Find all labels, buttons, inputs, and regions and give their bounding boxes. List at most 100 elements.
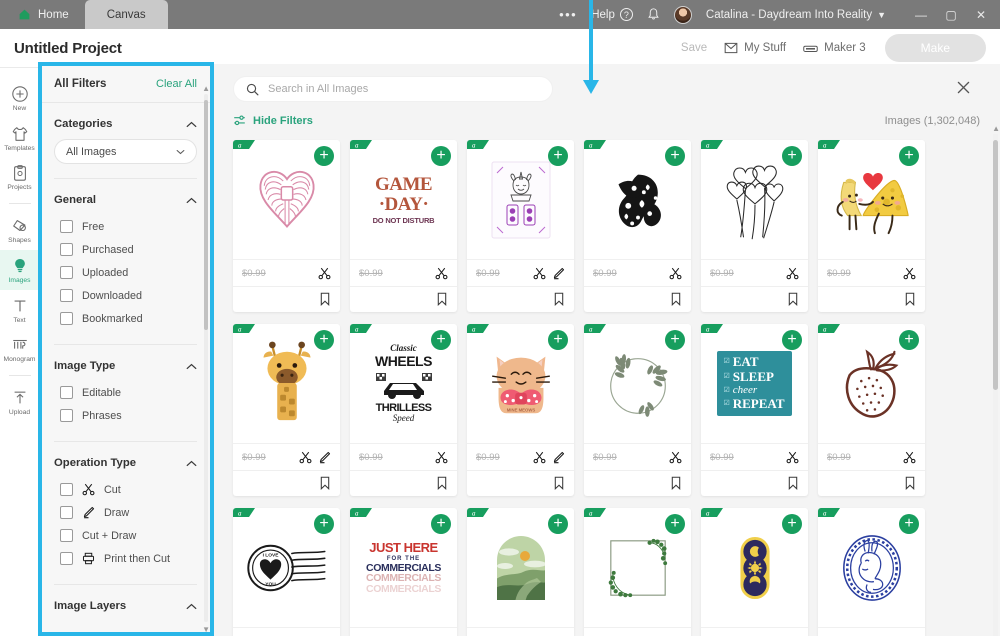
filter-option-purchased[interactable]: Purchased xyxy=(54,238,197,261)
image-card[interactable]: a + xyxy=(467,324,574,496)
image-card[interactable]: a + xyxy=(467,508,574,636)
card-artwork[interactable]: a + xyxy=(584,508,691,628)
card-artwork[interactable]: a + xyxy=(584,140,691,260)
add-to-canvas-button[interactable]: + xyxy=(665,330,685,350)
image-layers-section-header[interactable]: Image Layers xyxy=(54,585,197,621)
image-card[interactable]: a + xyxy=(818,140,925,312)
add-to-canvas-button[interactable]: + xyxy=(899,146,919,166)
add-to-canvas-button[interactable]: + xyxy=(548,146,568,166)
filters-scroll-up-arrow[interactable]: ▲ xyxy=(202,84,210,93)
search-input[interactable]: Search in All Images xyxy=(233,76,553,102)
image-card[interactable]: a + xyxy=(584,140,691,312)
checkbox[interactable] xyxy=(60,312,73,325)
checkbox[interactable] xyxy=(60,266,73,279)
add-to-canvas-button[interactable]: + xyxy=(899,330,919,350)
general-section-header[interactable]: General xyxy=(54,179,197,215)
filter-option-downloaded[interactable]: Downloaded xyxy=(54,284,197,307)
add-to-canvas-button[interactable]: + xyxy=(314,146,334,166)
bookmark-icon[interactable] xyxy=(553,476,565,490)
card-artwork[interactable]: a + JUST HERE FOR THE COMMERCIALS COMMER… xyxy=(350,508,457,628)
add-to-canvas-button[interactable]: + xyxy=(314,514,334,534)
checkbox[interactable] xyxy=(60,289,73,302)
notification-bell-icon[interactable] xyxy=(647,7,660,22)
my-stuff-button[interactable]: My Stuff xyxy=(724,42,786,54)
image-card[interactable]: a + xyxy=(467,140,574,312)
image-card[interactable]: a + xyxy=(584,324,691,496)
sidebar-item-templates[interactable]: Templates xyxy=(0,118,40,158)
account-menu[interactable]: Catalina - Daydream Into Reality ▼ xyxy=(706,9,886,21)
sidebar-item-text[interactable]: Text xyxy=(0,290,40,330)
card-artwork[interactable]: a + Classic WHEELS THRILLESS Speed xyxy=(350,324,457,444)
close-panel-button[interactable] xyxy=(954,78,972,96)
add-to-canvas-button[interactable]: + xyxy=(782,146,802,166)
add-to-canvas-button[interactable]: + xyxy=(431,330,451,350)
add-to-canvas-button[interactable]: + xyxy=(431,514,451,534)
add-to-canvas-button[interactable]: + xyxy=(314,330,334,350)
card-artwork[interactable]: a + ☑ EAT ☑ SLEEP ☑ cheer ☑ REPEAT xyxy=(701,324,808,444)
image-card[interactable]: a + xyxy=(584,508,691,636)
image-card[interactable]: a + $0.99 xyxy=(233,140,340,312)
filter-option-editable[interactable]: Editable xyxy=(54,381,197,404)
add-to-canvas-button[interactable]: + xyxy=(782,330,802,350)
card-artwork[interactable]: a + xyxy=(701,508,808,628)
add-to-canvas-button[interactable]: + xyxy=(548,330,568,350)
card-artwork[interactable]: a + xyxy=(467,508,574,628)
bookmark-icon[interactable] xyxy=(787,292,799,306)
sidebar-item-upload[interactable]: Upload xyxy=(0,382,40,422)
results-scrollbar-thumb[interactable] xyxy=(993,140,998,390)
card-artwork[interactable]: a + xyxy=(818,324,925,444)
window-maximize-button[interactable]: ▢ xyxy=(936,0,966,29)
bookmark-icon[interactable] xyxy=(436,292,448,306)
sidebar-item-monogram[interactable]: Monogram xyxy=(0,329,40,369)
window-minimize-button[interactable]: — xyxy=(906,0,936,29)
hide-filters-button[interactable]: Hide Filters xyxy=(233,114,313,127)
checkbox[interactable] xyxy=(60,552,73,565)
image-card[interactable]: a + JUST HERE FOR THE COMMERCIALS COMMER… xyxy=(350,508,457,636)
bookmark-icon[interactable] xyxy=(670,476,682,490)
bookmark-icon[interactable] xyxy=(904,476,916,490)
bookmark-icon[interactable] xyxy=(670,292,682,306)
bookmark-icon[interactable] xyxy=(319,292,331,306)
window-close-button[interactable]: ✕ xyxy=(966,0,996,29)
avatar[interactable] xyxy=(673,5,692,24)
filters-scroll-down-arrow[interactable]: ▼ xyxy=(202,625,210,634)
card-artwork[interactable]: a + xyxy=(467,140,574,260)
bookmark-icon[interactable] xyxy=(553,292,565,306)
filters-scrollbar-thumb[interactable] xyxy=(204,100,208,330)
bookmark-icon[interactable] xyxy=(319,476,331,490)
sidebar-item-shapes[interactable]: Shapes xyxy=(0,210,40,250)
card-artwork[interactable]: a + GAME ·DAY· DO NOT DISTURB xyxy=(350,140,457,260)
checkbox[interactable] xyxy=(60,386,73,399)
card-artwork[interactable]: a + xyxy=(818,508,925,628)
image-card[interactable]: a + $0.99 xyxy=(701,140,808,312)
results-scroll-up-arrow[interactable]: ▲ xyxy=(992,124,1000,133)
card-artwork[interactable]: a + xyxy=(818,140,925,260)
sidebar-item-images[interactable]: Images xyxy=(0,249,40,290)
image-card[interactable]: a + xyxy=(701,508,808,636)
card-artwork[interactable]: a + xyxy=(584,324,691,444)
filter-option-draw[interactable]: Draw xyxy=(54,501,197,524)
filter-option-cut[interactable]: Cut xyxy=(54,478,197,501)
sidebar-item-new[interactable]: New xyxy=(0,78,40,118)
image-card[interactable]: a + xyxy=(818,324,925,496)
machine-selector[interactable]: Maker 3 xyxy=(803,42,866,54)
card-artwork[interactable]: a + xyxy=(701,140,808,260)
filter-option-cut-draw[interactable]: Cut + Draw xyxy=(54,524,197,547)
card-artwork[interactable]: a + xyxy=(233,140,340,260)
image-card[interactable]: a + xyxy=(818,508,925,636)
add-to-canvas-button[interactable]: + xyxy=(899,514,919,534)
image-card[interactable]: a + xyxy=(233,324,340,496)
bookmark-icon[interactable] xyxy=(787,476,799,490)
save-button[interactable]: Save xyxy=(681,42,707,54)
add-to-canvas-button[interactable]: + xyxy=(782,514,802,534)
overflow-menu-icon[interactable]: ••• xyxy=(559,7,577,22)
make-button[interactable]: Make xyxy=(884,34,986,62)
image-card[interactable]: a + GAME ·DAY· DO NOT DISTURB $0.99 xyxy=(350,140,457,312)
tab-canvas[interactable]: Canvas xyxy=(84,0,168,29)
image-card[interactable]: a + ☑ EAT ☑ SLEEP ☑ cheer ☑ REPEAT $0.99 xyxy=(701,324,808,496)
categories-section-header[interactable]: Categories xyxy=(54,103,197,139)
tab-home[interactable]: Home xyxy=(0,0,85,29)
filter-option-phrases[interactable]: Phrases xyxy=(54,404,197,427)
bookmark-icon[interactable] xyxy=(436,476,448,490)
card-artwork[interactable]: a + xyxy=(467,324,574,444)
